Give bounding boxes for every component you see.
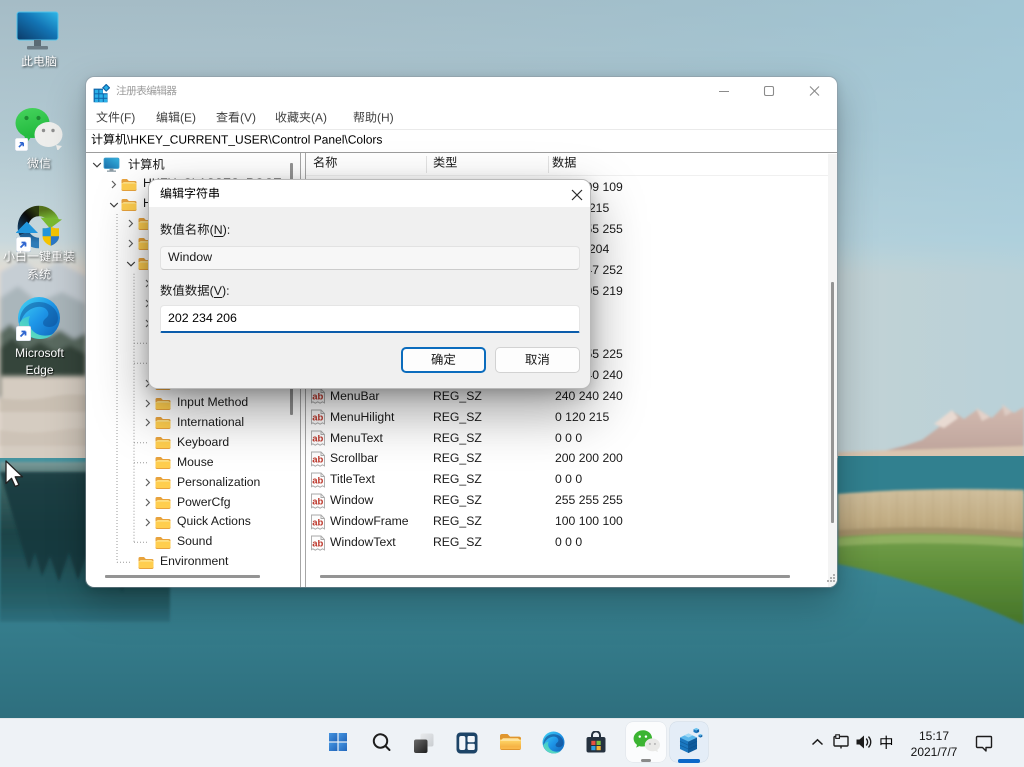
svg-text:ab: ab — [312, 413, 323, 424]
svg-text:ab: ab — [312, 392, 323, 403]
svg-text:ab: ab — [312, 434, 323, 445]
svg-text:ab: ab — [312, 475, 323, 486]
svg-text:ab: ab — [312, 496, 323, 507]
svg-text:ab: ab — [312, 538, 323, 549]
svg-text:ab: ab — [312, 517, 323, 528]
svg-text:ab: ab — [312, 454, 323, 465]
